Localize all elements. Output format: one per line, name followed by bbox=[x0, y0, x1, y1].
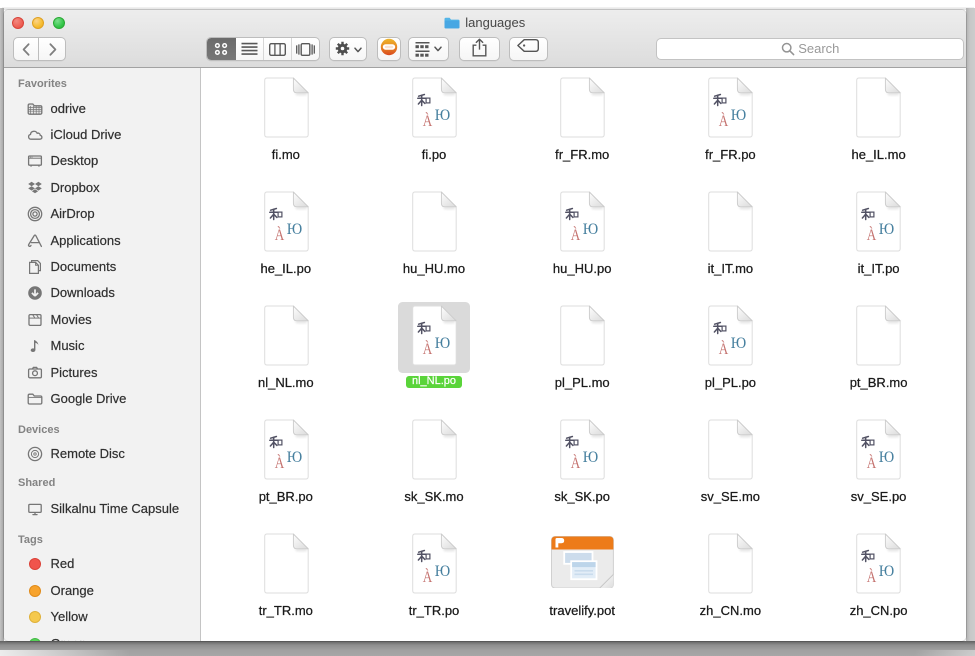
svg-text:À: À bbox=[867, 567, 877, 586]
svg-text:Ю: Ю bbox=[435, 335, 451, 352]
svg-text:Ю: Ю bbox=[286, 449, 302, 466]
svg-text:Ю: Ю bbox=[583, 449, 599, 466]
svg-text:Ю: Ю bbox=[879, 563, 895, 580]
svg-text:À: À bbox=[571, 225, 581, 244]
svg-text:Ю: Ю bbox=[731, 335, 747, 352]
svg-text:À: À bbox=[423, 567, 433, 586]
svg-text:À: À bbox=[274, 225, 284, 244]
svg-text:Ю: Ю bbox=[731, 107, 747, 124]
svg-text:À: À bbox=[867, 453, 877, 472]
svg-text:Ю: Ю bbox=[435, 107, 451, 124]
svg-text:À: À bbox=[423, 111, 433, 130]
svg-text:Ю: Ю bbox=[435, 563, 451, 580]
svg-text:À: À bbox=[274, 453, 284, 472]
svg-text:Ю: Ю bbox=[879, 221, 895, 238]
svg-text:À: À bbox=[867, 225, 877, 244]
svg-text:À: À bbox=[571, 453, 581, 472]
svg-text:À: À bbox=[719, 339, 729, 358]
svg-text:Ю: Ю bbox=[879, 449, 895, 466]
svg-text:Ю: Ю bbox=[286, 221, 302, 238]
svg-text:Ю: Ю bbox=[583, 221, 599, 238]
svg-text:À: À bbox=[423, 339, 433, 358]
svg-text:À: À bbox=[719, 111, 729, 130]
